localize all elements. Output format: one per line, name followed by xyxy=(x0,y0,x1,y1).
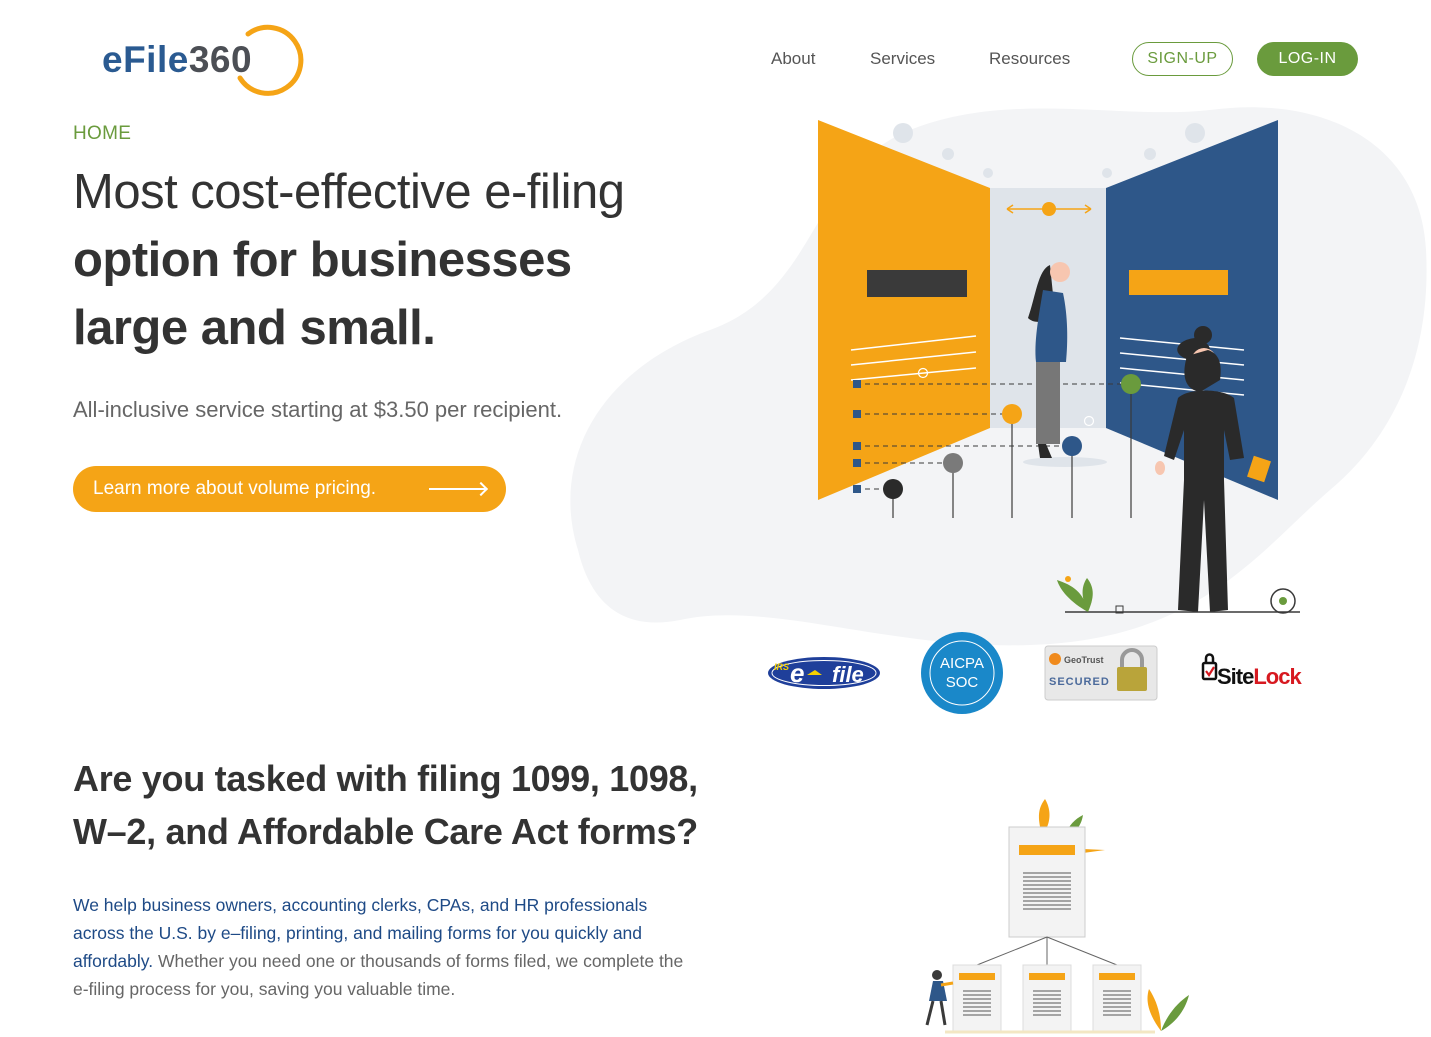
forms-illustration xyxy=(925,799,1189,1034)
nav-link-resources[interactable]: Resources xyxy=(989,49,1070,69)
nav-link-services[interactable]: Services xyxy=(870,49,935,69)
section-title-line2: W–2, and Affordable Care Act forms? xyxy=(73,811,698,852)
form-card-right xyxy=(1092,964,1142,1032)
hero-title-line1: Most cost-effective e-filing xyxy=(73,165,625,219)
breadcrumb[interactable]: HOME xyxy=(73,123,131,145)
geotrust-badge: GeoTrust SECURED xyxy=(1044,645,1158,701)
sitelock-site: Site xyxy=(1217,664,1254,689)
sitelock-text: SiteLock xyxy=(1217,664,1302,689)
hero-title: Most cost-effective e-filing option for … xyxy=(73,158,713,362)
irs-efile-badge: IRS e file xyxy=(768,657,880,689)
irs-e: e xyxy=(790,658,804,688)
login-button[interactable]: LOG-IN xyxy=(1257,42,1358,76)
main-nav: About Services Resources SIGN-UP LOG-IN xyxy=(0,42,1431,76)
hero-title-line2: option for businesses xyxy=(73,233,572,287)
hero-subtitle: All-inclusive service starting at $3.50 … xyxy=(73,397,563,422)
small-person xyxy=(925,970,954,1026)
section-body: We help business owners, accounting cler… xyxy=(73,891,698,1003)
signup-button[interactable]: SIGN-UP xyxy=(1132,42,1233,76)
nav-link-about[interactable]: About xyxy=(771,49,815,69)
geotrust-brand: GeoTrust xyxy=(1064,655,1104,665)
section-title-line1: Are you tasked with filing 1099, 1098, xyxy=(73,758,698,799)
aicpa-line2: SOC xyxy=(946,674,979,691)
sitelock-lock: Lock xyxy=(1253,664,1302,689)
cta-label: Learn more about volume pricing. xyxy=(93,478,377,499)
volume-pricing-button[interactable]: Learn more about volume pricing. xyxy=(73,466,506,512)
sitelock-badge: SiteLock xyxy=(1201,653,1303,689)
form-card-middle xyxy=(1022,964,1072,1032)
section-body-rest: Whether you need one or thousands of for… xyxy=(73,951,684,999)
hero-title-line3: large and small. xyxy=(73,301,436,355)
section-title: Are you tasked with filing 1099, 1098, W… xyxy=(73,752,713,858)
geotrust-label: SECURED xyxy=(1049,676,1110,688)
irs-prefix: IRS xyxy=(774,662,789,672)
aicpa-line1: AICPA xyxy=(940,655,984,672)
form-card-left xyxy=(952,964,1002,1032)
trust-badges: IRS e file AICPA SOC GeoTrust SECURED Si… xyxy=(768,632,1303,714)
arrow-right-icon xyxy=(429,488,485,490)
aicpa-soc-badge: AICPA SOC xyxy=(921,632,1003,714)
irs-file: file xyxy=(832,662,864,687)
